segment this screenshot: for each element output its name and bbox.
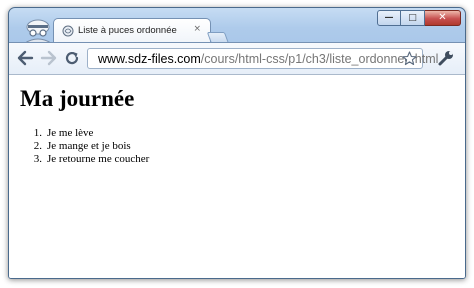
maximize-button[interactable]: □: [401, 10, 425, 26]
reload-icon[interactable]: [63, 49, 81, 67]
page-heading: Ma journée: [20, 86, 135, 111]
list-item-number: 1.: [33, 127, 42, 139]
forward-arrow-icon[interactable]: [40, 49, 58, 67]
url-host: www.sdz-files.com: [98, 51, 201, 66]
list-item-text: Je retourne me coucher: [47, 153, 150, 165]
back-arrow-icon[interactable]: [16, 49, 34, 67]
list-item-number: 2.: [33, 140, 42, 152]
minimize-icon: —: [384, 12, 394, 23]
globe-favicon-icon: [62, 25, 74, 36]
list-item: 1. Je me lève: [20, 127, 149, 140]
list-item: 2. Je mange et je bois: [20, 140, 149, 153]
wrench-menu-icon[interactable]: [437, 49, 455, 67]
url-text: www.sdz-files.com/cours/html-css/p1/ch3/…: [98, 52, 438, 66]
browser-window: — □ ✕ Liste à puces ordonnée × www.sdz-f…: [8, 7, 466, 279]
minimize-button[interactable]: —: [377, 10, 401, 26]
list-item-number: 3.: [33, 153, 42, 165]
page-content: Ma journée 1. Je me lève 2. Je mange et je…: [9, 74, 465, 278]
address-bar[interactable]: www.sdz-files.com/cours/html-css/p1/ch3/…: [87, 48, 438, 69]
incognito-avatar-icon: [21, 16, 55, 44]
maximize-icon: □: [408, 12, 417, 23]
window-controls: — □ ✕: [377, 10, 461, 26]
close-icon: ✕: [438, 12, 447, 23]
toolbar: www.sdz-files.com/cours/html-css/p1/ch3/…: [9, 42, 465, 74]
list-item-text: Je mange et je bois: [47, 140, 131, 152]
tab-title: Liste à puces ordonnée: [78, 25, 177, 36]
tab-active[interactable]: Liste à puces ordonnée ×: [53, 18, 211, 42]
bookmark-star-icon[interactable]: [402, 51, 417, 66]
tab-close-icon[interactable]: ×: [193, 24, 201, 34]
list-item-text: Je me lève: [47, 127, 94, 139]
close-window-button[interactable]: ✕: [425, 10, 461, 26]
ordered-list: 1. Je me lève 2. Je mange et je bois 3. Je …: [20, 127, 150, 166]
list-item: 3. Je retourne me coucher: [20, 153, 150, 166]
